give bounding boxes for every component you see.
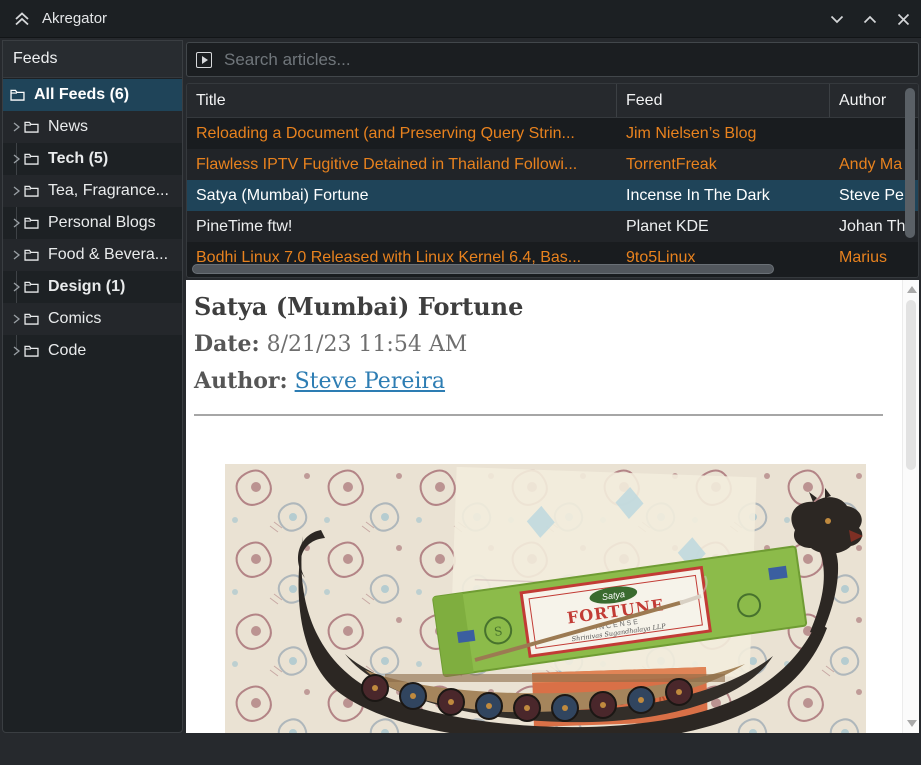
chevron-right-icon[interactable] bbox=[11, 281, 21, 293]
cell-feed: TorrentFreak bbox=[617, 156, 830, 174]
folder-icon bbox=[24, 313, 39, 325]
feed-label: Code bbox=[48, 342, 86, 360]
minimize-button[interactable] bbox=[829, 11, 845, 27]
feed-tree-children: News Tech (5) Tea, Fragrance... Personal… bbox=[3, 111, 182, 367]
feed-tree-item[interactable]: Code bbox=[3, 335, 182, 367]
feed-label: News bbox=[48, 118, 88, 136]
column-header-feed[interactable]: Feed bbox=[617, 84, 830, 117]
cell-feed: Planet KDE bbox=[617, 218, 830, 236]
filter-icon[interactable] bbox=[196, 52, 212, 68]
article-row[interactable]: Flawless IPTV Fugitive Detained in Thail… bbox=[187, 149, 918, 180]
scroll-down-arrow-icon[interactable] bbox=[907, 720, 917, 727]
cell-author: Marius bbox=[830, 249, 918, 267]
article-list-header: Title Feed Author bbox=[187, 84, 918, 118]
folder-icon bbox=[24, 153, 39, 165]
article-date: 8/21/23 11:54 AM bbox=[267, 332, 468, 357]
maximize-button[interactable] bbox=[862, 11, 878, 27]
feed-tree-item[interactable]: Design (1) bbox=[3, 271, 182, 303]
article-image: S Satya FORTUNE INCENSE Shrinivas Sugand… bbox=[225, 464, 866, 733]
cell-title: Satya (Mumbai) Fortune bbox=[187, 187, 617, 205]
divider bbox=[194, 414, 883, 416]
feed-label: Food & Bevera... bbox=[48, 246, 168, 264]
app-window: { "window": { "title": "Akregator" }, "s… bbox=[0, 0, 921, 765]
article-author-line: Author: Steve Pereira bbox=[194, 367, 889, 396]
chevron-right-icon[interactable] bbox=[11, 249, 21, 261]
folder-icon bbox=[24, 345, 39, 357]
feed-tree-item[interactable]: News bbox=[3, 111, 182, 143]
article-author-label: Author: bbox=[194, 368, 288, 394]
article-row[interactable]: Reloading a Document (and Preserving Que… bbox=[187, 118, 918, 149]
chevron-right-icon[interactable] bbox=[11, 121, 21, 133]
folder-icon bbox=[24, 217, 39, 229]
cell-title: PineTime ftw! bbox=[187, 218, 617, 236]
search-bar bbox=[186, 42, 919, 77]
article-date-line: Date: 8/21/23 11:54 AM bbox=[194, 330, 889, 359]
vertical-scrollbar-thumb[interactable] bbox=[905, 88, 915, 238]
cell-title: Flawless IPTV Fugitive Detained in Thail… bbox=[187, 156, 617, 174]
feed-label: Design (1) bbox=[48, 278, 125, 296]
folder-icon bbox=[24, 249, 39, 261]
cell-title: Reloading a Document (and Preserving Que… bbox=[187, 125, 617, 143]
article-title: Satya (Mumbai) Fortune bbox=[194, 292, 889, 322]
horizontal-scrollbar-thumb[interactable] bbox=[192, 264, 774, 274]
feed-tree-item[interactable]: Personal Blogs bbox=[3, 207, 182, 239]
article-author-link[interactable]: Steve Pereira bbox=[295, 369, 445, 394]
feed-label: Comics bbox=[48, 310, 101, 328]
feed-label: All Feeds (6) bbox=[34, 86, 129, 104]
cell-feed: Jim Nielsen’s Blog bbox=[617, 125, 830, 143]
chevron-right-icon[interactable] bbox=[11, 313, 21, 325]
article-list: Title Feed Author Reloading a Document (… bbox=[186, 83, 919, 278]
feeds-panel-title: Feeds bbox=[3, 41, 182, 78]
folder-icon bbox=[24, 185, 39, 197]
article-viewer: Satya (Mumbai) Fortune Date: 8/21/23 11:… bbox=[186, 280, 919, 733]
article-row[interactable]: Satya (Mumbai) Fortune Incense In The Da… bbox=[187, 180, 918, 211]
feed-label: Tea, Fragrance... bbox=[48, 182, 169, 200]
feed-tree-item[interactable]: Tea, Fragrance... bbox=[3, 175, 182, 207]
chevron-right-icon[interactable] bbox=[11, 345, 21, 357]
feed-tree: All Feeds (6) News Tech (5) Tea, Fragran… bbox=[3, 79, 182, 732]
titlebar: Akregator bbox=[0, 0, 921, 38]
folder-icon bbox=[24, 121, 39, 133]
app-icon bbox=[13, 10, 31, 28]
chevron-down-icon bbox=[830, 15, 844, 24]
feed-tree-item[interactable]: Tech (5) bbox=[3, 143, 182, 175]
cell-feed: Incense In The Dark bbox=[617, 187, 830, 205]
close-button[interactable] bbox=[895, 11, 911, 27]
scroll-up-arrow-icon[interactable] bbox=[907, 286, 917, 293]
article-row[interactable]: PineTime ftw! Planet KDE Johan Th bbox=[187, 211, 918, 242]
chevron-up-icon bbox=[863, 15, 877, 24]
double-chevron-up-icon bbox=[13, 10, 31, 28]
feed-tree-item-all-feeds[interactable]: All Feeds (6) bbox=[3, 79, 182, 111]
window-bottom-strip bbox=[0, 733, 921, 765]
feed-tree-item[interactable]: Food & Bevera... bbox=[3, 239, 182, 271]
feed-tree-item[interactable]: Comics bbox=[3, 303, 182, 335]
chevron-right-icon[interactable] bbox=[11, 217, 21, 229]
close-icon bbox=[897, 13, 910, 26]
feed-label: Personal Blogs bbox=[48, 214, 156, 232]
chevron-right-icon[interactable] bbox=[11, 185, 21, 197]
viewer-scrollbar-thumb[interactable] bbox=[906, 300, 916, 470]
article-date-label: Date: bbox=[194, 331, 260, 357]
viewer-scrollbar[interactable] bbox=[902, 280, 919, 733]
folder-icon bbox=[10, 89, 25, 101]
feed-label: Tech (5) bbox=[48, 150, 108, 168]
folder-icon bbox=[24, 281, 39, 293]
feeds-panel: Feeds All Feeds (6) News Tech (5) Tea, F… bbox=[2, 40, 183, 733]
column-header-title[interactable]: Title bbox=[187, 84, 617, 117]
chevron-right-icon[interactable] bbox=[11, 153, 21, 165]
window-title: Akregator bbox=[42, 10, 107, 27]
search-input[interactable] bbox=[224, 50, 909, 70]
article-list-body: Reloading a Document (and Preserving Que… bbox=[187, 118, 918, 273]
